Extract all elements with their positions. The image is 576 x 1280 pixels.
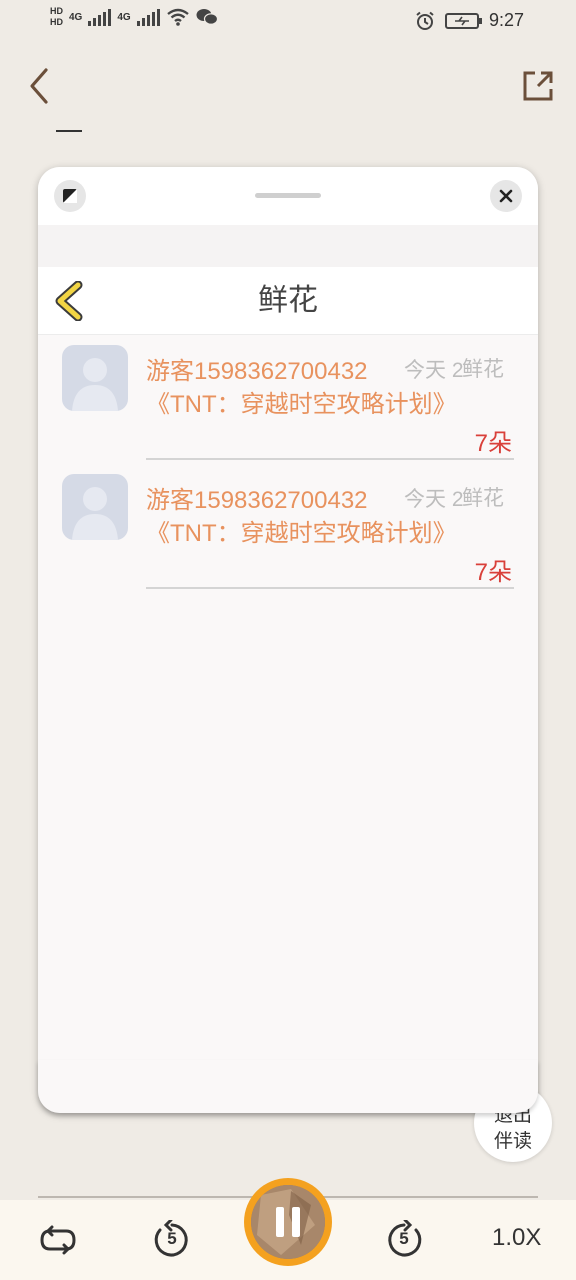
panel-bottom-edge: [38, 1060, 538, 1113]
hd-indicator: HD HD: [50, 6, 63, 28]
network1-label: 4G: [69, 11, 83, 23]
hd2-label: HD: [50, 17, 63, 27]
panel-spacer: [38, 225, 538, 267]
wifi-icon: [166, 8, 189, 26]
gift-type: 鲜花: [462, 487, 504, 510]
signal-icon-2: [136, 8, 160, 26]
chevron-left-icon[interactable]: [52, 281, 86, 321]
sender-name: 游客1598362700432: [146, 358, 368, 385]
screen: HD HD 4G 4G 9:27 鲜花 游客1598362700432 今天 2…: [0, 0, 576, 1280]
divider: [146, 587, 514, 589]
album-cover: [251, 1185, 325, 1259]
avatar: [62, 345, 128, 411]
sender-name: 游客1598362700432: [146, 487, 368, 514]
speed-button[interactable]: 1.0X: [492, 1224, 541, 1252]
rewind-seconds: 5: [167, 1229, 177, 1248]
rewind-button[interactable]: 5: [152, 1220, 192, 1260]
share-icon[interactable]: [520, 68, 556, 104]
close-button[interactable]: [490, 180, 522, 212]
status-left: HD HD 4G 4G: [50, 6, 218, 28]
alarm-icon: [416, 11, 434, 30]
battery-icon: [444, 12, 482, 29]
list-item[interactable]: 游客1598362700432 今天 2 鲜花 《TNT：穿越时空攻略计划》 7…: [38, 466, 538, 590]
pause-icon: [276, 1207, 300, 1237]
clock-time: 9:27: [488, 10, 524, 30]
panel-top-bar: [38, 167, 538, 225]
list-item[interactable]: 游客1598362700432 今天 2 鲜花 《TNT：穿越时空攻略计划》 7…: [38, 337, 538, 461]
gift-type: 鲜花: [462, 358, 504, 381]
divider: [146, 458, 514, 460]
loop-button[interactable]: [36, 1220, 80, 1260]
title-dash: [56, 130, 82, 132]
exit-label-line2: 伴读: [493, 1131, 532, 1152]
pause-button[interactable]: [244, 1178, 332, 1266]
wechat-icon: [196, 9, 218, 25]
close-icon: [499, 189, 513, 203]
panel-header: 鲜花: [38, 267, 538, 335]
book-title: 《TNT：穿越时空攻略计划》: [146, 520, 457, 547]
flower-count: 7朵: [474, 559, 512, 586]
hd1-label: HD: [50, 6, 63, 16]
back-icon[interactable]: [24, 66, 64, 106]
drag-handle[interactable]: [255, 193, 321, 198]
send-time: 今天 2: [404, 359, 464, 382]
send-time: 今天 2: [404, 488, 464, 511]
minimize-icon: [63, 189, 77, 203]
forward-button[interactable]: 5: [384, 1220, 424, 1260]
network2-label: 4G: [117, 11, 131, 23]
signal-icon: [88, 8, 112, 26]
flower-count: 7朵: [474, 430, 512, 457]
book-title: 《TNT：穿越时空攻略计划》: [146, 391, 457, 418]
minimize-button[interactable]: [54, 180, 86, 212]
avatar: [62, 474, 128, 540]
flower-panel: 鲜花 游客1598362700432 今天 2 鲜花 《TNT：穿越时空攻略计划…: [38, 167, 538, 1113]
loop-icon: [40, 1225, 76, 1255]
status-right: 9:27: [415, 10, 524, 31]
forward-seconds: 5: [399, 1229, 409, 1248]
panel-title: 鲜花: [258, 284, 318, 317]
status-bar: HD HD 4G 4G 9:27: [0, 0, 576, 40]
